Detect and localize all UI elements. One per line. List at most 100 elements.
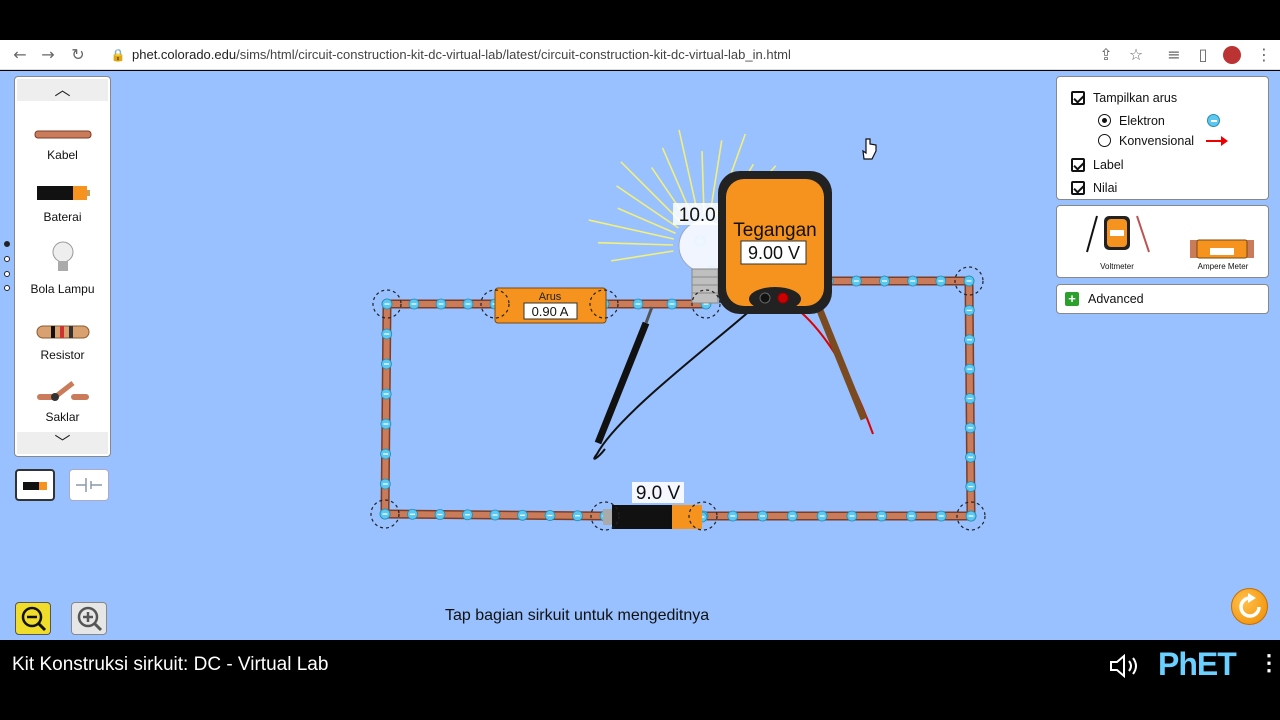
electron	[379, 508, 391, 520]
light-ray	[588, 219, 674, 240]
sim-title: Kit Konstruksi sirkuit: DC - Virtual Lab	[12, 654, 329, 675]
voltmeter-tool-label: Voltmeter	[1100, 262, 1134, 271]
values-label: Nilai	[1093, 181, 1118, 195]
electron	[965, 510, 977, 522]
back-icon[interactable]: ←	[10, 45, 30, 65]
url-host: phet.colorado.edu	[132, 47, 237, 62]
speaker-icon[interactable]	[1108, 654, 1142, 678]
ammeter[interactable]: Arus 0.90 A	[494, 287, 607, 324]
ammeter-tool[interactable]: Ampere Meter	[1183, 212, 1263, 272]
electron	[379, 478, 391, 490]
black-probe-cable	[593, 297, 765, 460]
address-bar[interactable]: 🔒 phet.colorado.edu/sims/html/circuit-co…	[102, 44, 1162, 66]
electron	[381, 328, 393, 340]
electron	[964, 334, 975, 346]
electron	[666, 298, 678, 310]
simulation-canvas[interactable]: ︿ Kabel Baterai Bola Lampu Resistor Sakl…	[0, 71, 1280, 640]
battery-voltage-text: 9.0 V	[636, 483, 681, 504]
electron	[435, 298, 447, 310]
reset-icon	[1239, 593, 1261, 618]
show-current-label: Tampilkan arus	[1093, 91, 1178, 105]
electron	[380, 388, 392, 400]
reset-all-button[interactable]	[1231, 588, 1268, 625]
electron	[517, 509, 528, 521]
electron	[380, 418, 392, 430]
electron-radio[interactable]	[1098, 114, 1111, 127]
electron	[964, 393, 976, 404]
black-probe[interactable]	[594, 306, 654, 445]
voltmeter[interactable]: Tegangan 9.00 V	[718, 171, 832, 314]
electron	[462, 298, 474, 310]
show-current-checkbox[interactable]	[1071, 91, 1085, 105]
url-path: /sims/html/circuit-construction-kit-dc-v…	[236, 47, 791, 62]
zoom-in-button[interactable]	[71, 602, 107, 635]
electron	[850, 275, 862, 287]
lock-icon: 🔒	[110, 48, 126, 62]
voltmeter-title: Tegangan	[733, 220, 816, 241]
electron	[963, 304, 975, 316]
ammeter-tool-label: Ampere Meter	[1197, 262, 1249, 271]
electron	[965, 451, 976, 463]
ammeter-value: 0.90 A	[532, 304, 569, 319]
phet-logo[interactable]: PhET	[1158, 646, 1237, 683]
electron	[632, 298, 644, 310]
electrons	[379, 235, 977, 523]
electron	[964, 363, 976, 375]
wires	[380, 276, 976, 521]
hand-cursor-icon	[862, 138, 877, 160]
zoom-out-button[interactable]	[15, 602, 51, 635]
electron-label: Elektron	[1119, 114, 1165, 128]
electron	[757, 510, 768, 522]
conventional-radio[interactable]	[1098, 134, 1111, 147]
electron	[407, 508, 418, 520]
electron	[380, 448, 391, 460]
electron	[935, 275, 947, 287]
hint-text: Tap bagian sirkuit untuk mengeditnya	[445, 607, 710, 624]
electron	[846, 510, 858, 522]
electron	[876, 510, 888, 522]
battery[interactable]	[603, 505, 702, 529]
conventional-label: Konvensional	[1119, 134, 1195, 148]
electron	[935, 510, 947, 522]
sensor-toolbox: Voltmeter Ampere Meter	[1056, 205, 1269, 278]
electron	[816, 510, 828, 522]
ammeter-title: Arus	[539, 291, 562, 303]
advanced-label: Advanced	[1088, 292, 1144, 306]
electron	[462, 509, 473, 521]
electron	[727, 510, 739, 522]
forward-icon[interactable]: →	[38, 45, 58, 65]
browser-toolbar: ← → ↻ 🔒 phet.colorado.edu/sims/html/circ…	[0, 40, 1280, 70]
voltmeter-value: 9.00 V	[748, 243, 800, 263]
share-icon[interactable]: ⇪	[1096, 45, 1116, 65]
electron	[965, 481, 977, 493]
electron	[879, 275, 890, 287]
voltmeter-tool[interactable]: Voltmeter	[1079, 212, 1155, 272]
zoom-in-icon	[77, 606, 103, 632]
electron	[544, 510, 556, 521]
label-label: Label	[1093, 158, 1124, 172]
electron	[906, 510, 917, 522]
light-ray	[598, 241, 674, 246]
label-checkbox[interactable]	[1071, 158, 1085, 172]
values-checkbox[interactable]	[1071, 181, 1085, 195]
arrow-right-icon	[1206, 136, 1228, 146]
light-ray	[611, 250, 674, 262]
profile-avatar[interactable]	[1223, 46, 1241, 64]
electron-icon	[1207, 114, 1220, 127]
light-ray	[678, 129, 699, 215]
sidepanel-icon[interactable]: ▯	[1193, 45, 1213, 65]
advanced-panel[interactable]: + Advanced	[1056, 284, 1269, 314]
voltmeter-icon	[1086, 215, 1150, 253]
electron	[572, 510, 583, 522]
phet-menu-icon[interactable]: ⋮	[1258, 650, 1280, 676]
star-icon[interactable]: ☆	[1126, 45, 1146, 65]
electron	[963, 275, 975, 287]
expand-plus-icon[interactable]: +	[1065, 292, 1079, 306]
menu-icon[interactable]: ⋮	[1254, 45, 1274, 65]
reload-icon[interactable]: ↻	[68, 45, 88, 65]
current-settings-panel: Tampilkan arus Elektron Konvensional Lab…	[1056, 76, 1269, 200]
electron	[381, 298, 393, 310]
electron	[964, 422, 976, 434]
zoom-out-icon	[21, 606, 47, 632]
media-icon[interactable]: ≡	[1164, 45, 1184, 65]
